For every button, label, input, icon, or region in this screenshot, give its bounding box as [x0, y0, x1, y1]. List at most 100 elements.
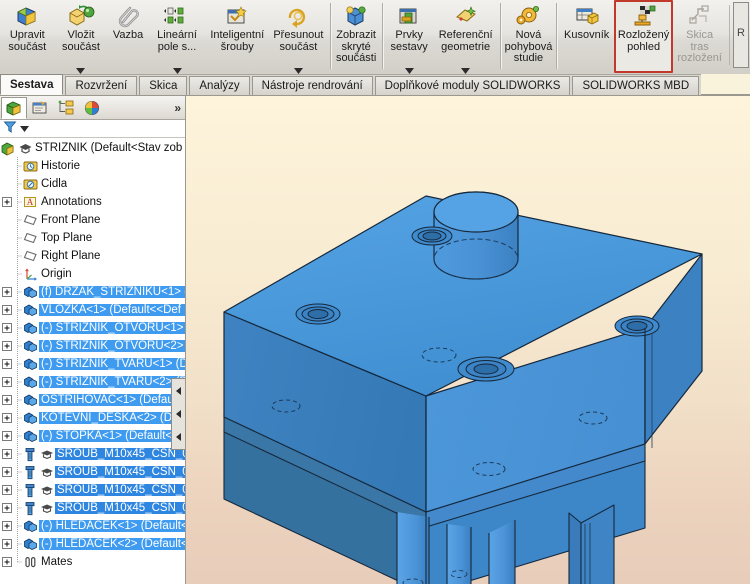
- feature-manager-panel: » STRIZNIK (Default<Stav zob Historie Či…: [0, 96, 186, 584]
- ribbon-button-linear-pattern[interactable]: Lineární pole s...: [149, 0, 205, 74]
- tree-item-sroub-4[interactable]: SROUB_M10x45_CSN_02: [0, 499, 185, 517]
- ribbon-button-label: Nová pohybová studie: [504, 29, 553, 64]
- ribbon-overflow-button[interactable]: R: [733, 2, 749, 68]
- solidworks-window: Upravit součást Vložit součást Vazba Lin…: [0, 0, 750, 584]
- tree-flyout-handle[interactable]: [171, 378, 185, 450]
- ribbon-button-assembly-features[interactable]: Prvky sestavy: [385, 0, 434, 74]
- tree-expander-plus[interactable]: [0, 427, 13, 445]
- tree-expander[interactable]: [0, 247, 13, 265]
- graphics-viewport[interactable]: [186, 96, 750, 584]
- ribbon-button-new-motion-study[interactable]: Nová pohybová studie: [503, 0, 555, 73]
- tab-rozvrzeni[interactable]: Rozvržení: [65, 76, 138, 95]
- tree-item-mates[interactable]: Mates: [0, 553, 185, 571]
- tree-expander-plus[interactable]: [0, 553, 13, 571]
- tree-item-sroub-2[interactable]: SROUB_M10x45_CSN_02: [0, 463, 185, 481]
- tree-expander-plus[interactable]: [0, 481, 13, 499]
- tree-item-historie[interactable]: Historie: [0, 157, 185, 175]
- tree-expander-plus[interactable]: [0, 373, 13, 391]
- tree-item-striznik-otvoru-2[interactable]: (-) STRIZNIK_OTVORU<2> (: [0, 337, 185, 355]
- tree-expander-plus[interactable]: [0, 355, 13, 373]
- tree-connector: [13, 337, 22, 355]
- chevron-down-icon[interactable]: [76, 65, 86, 74]
- ribbon-button-label: Vložit součást: [61, 29, 100, 53]
- history-icon: [22, 157, 39, 175]
- tree-item-striznik-tvaru-1[interactable]: (-) STRIZNIK_TVARU<1> (D: [0, 355, 185, 373]
- tree-expander-plus[interactable]: [0, 193, 13, 211]
- tree-expander[interactable]: [0, 211, 13, 229]
- tree-connector: [13, 193, 22, 211]
- ribbon-button-smart-fasteners[interactable]: Inteligentní šrouby: [205, 0, 269, 73]
- tab-nastroje-rendrovani[interactable]: Nástroje rendrování: [251, 76, 373, 95]
- tab-sestava[interactable]: Sestava: [0, 74, 64, 95]
- tree-expander-plus[interactable]: [0, 337, 13, 355]
- configuration-manager-tab-button[interactable]: [53, 97, 79, 119]
- tree-item-origin[interactable]: Origin: [0, 265, 185, 283]
- ribbon-button-mate[interactable]: Vazba: [107, 0, 148, 73]
- ribbon-button-reference-geometry[interactable]: Referenční geometrie: [434, 0, 498, 74]
- tree-expander-plus[interactable]: [0, 409, 13, 427]
- feature-manager-tab-button[interactable]: [1, 96, 27, 119]
- panel-expand-chevron[interactable]: »: [174, 101, 181, 115]
- tree-expander-plus[interactable]: [0, 301, 13, 319]
- ribbon-button-explode-line-sketch[interactable]: Skica tras rozložení: [673, 0, 726, 73]
- tree-expander-plus[interactable]: [0, 283, 13, 301]
- new-motion-study-icon: [513, 3, 543, 29]
- chevron-down-icon[interactable]: [172, 65, 182, 74]
- tree-expander-plus[interactable]: [0, 445, 13, 463]
- exploded-view-icon: [629, 3, 659, 29]
- tab-doplnkove-moduly[interactable]: Doplňkové moduly SOLIDWORKS: [374, 76, 571, 95]
- tree-expander-plus[interactable]: [0, 463, 13, 481]
- tab-skica[interactable]: Skica: [139, 76, 188, 95]
- tree-item-sroub-1[interactable]: SROUB_M10x45_CSN_02: [0, 445, 185, 463]
- tree-expander-plus[interactable]: [0, 517, 13, 535]
- ribbon-button-edit-component[interactable]: Upravit součást: [0, 0, 55, 73]
- tree-expander-plus[interactable]: [0, 391, 13, 409]
- tree-expander-plus[interactable]: [0, 499, 13, 517]
- tree-item-cidla[interactable]: Čidla: [0, 175, 185, 193]
- filter-dropdown-icon[interactable]: [20, 123, 29, 135]
- tree-item-annotations[interactable]: A Annotations: [0, 193, 185, 211]
- tab-analyzy[interactable]: Analýzy: [189, 76, 250, 95]
- tree-item-striznik-tvaru-2[interactable]: (-) STRIZNIK_TVARU<2> (D: [0, 373, 185, 391]
- tree-connector: [13, 517, 22, 535]
- tree-item-hledacek-1[interactable]: (-) HLEDACEK<1> (Default<: [0, 517, 185, 535]
- tree-item-hledacek-2[interactable]: (-) HLEDACEK<2> (Default<: [0, 535, 185, 553]
- ribbon-button-move-component[interactable]: Přesunout součást: [269, 0, 327, 74]
- feature-tree[interactable]: STRIZNIK (Default<Stav zob Historie Čidl…: [0, 138, 185, 582]
- tree-item-label: OSTRIHOVAC<1> (Default<: [39, 394, 185, 406]
- ribbon-button-show-hidden-components[interactable]: Zobrazit skryté součásti: [333, 0, 380, 73]
- ribbon-button-bill-of-materials[interactable]: Kusovník: [559, 0, 614, 73]
- tree-item-kotevni-deska[interactable]: KOTEVNI_DESKA<2> (Defau: [0, 409, 185, 427]
- property-manager-tab-button[interactable]: [27, 97, 53, 119]
- tree-item-stopka[interactable]: (-) STOPKA<1> (Default<<I: [0, 427, 185, 445]
- model-3d-view[interactable]: [186, 96, 750, 584]
- tree-item-sroub-3[interactable]: SROUB_M10x45_CSN_02: [0, 481, 185, 499]
- tree-item-striznik-otvoru-1[interactable]: (-) STRIZNIK_OTVORU<1> (: [0, 319, 185, 337]
- tree-expander-plus[interactable]: [0, 319, 13, 337]
- tree-expander[interactable]: [0, 175, 13, 193]
- tree-expander[interactable]: [0, 229, 13, 247]
- tree-item-right-plane[interactable]: Right Plane: [0, 247, 185, 265]
- tree-expander[interactable]: [0, 157, 13, 175]
- chevron-down-icon[interactable]: [461, 65, 471, 74]
- part-icon: [22, 391, 39, 409]
- tree-item-vlozka[interactable]: VLOZKA<1> (Default<<Def: [0, 301, 185, 319]
- tree-item-label: (-) STRIZNIK_OTVORU<1> (: [39, 322, 185, 334]
- ribbon-button-insert-component[interactable]: Vložit součást: [55, 0, 108, 74]
- tab-solidworks-mbd[interactable]: SOLIDWORKS MBD: [572, 76, 700, 95]
- tree-item-top-plane[interactable]: Top Plane: [0, 229, 185, 247]
- toolbox-icon: [17, 139, 33, 157]
- tree-item-front-plane[interactable]: Front Plane: [0, 211, 185, 229]
- part-icon: [22, 283, 39, 301]
- filter-icon[interactable]: [3, 120, 17, 137]
- chevron-down-icon[interactable]: [293, 65, 303, 74]
- tree-item-drzak-strizniku[interactable]: (f) DRZAK_STRIZNIKU<1> (: [0, 283, 185, 301]
- tree-item-ostrihovac[interactable]: OSTRIHOVAC<1> (Default<: [0, 391, 185, 409]
- chevron-down-icon[interactable]: [404, 65, 414, 74]
- tree-expander[interactable]: [0, 265, 13, 283]
- tree-filter-bar[interactable]: [0, 120, 185, 138]
- tree-item-root[interactable]: STRIZNIK (Default<Stav zob: [0, 139, 185, 157]
- tree-expander-plus[interactable]: [0, 535, 13, 553]
- ribbon-button-exploded-view[interactable]: Rozložený pohled: [613, 0, 674, 73]
- display-manager-tab-button[interactable]: [79, 97, 105, 119]
